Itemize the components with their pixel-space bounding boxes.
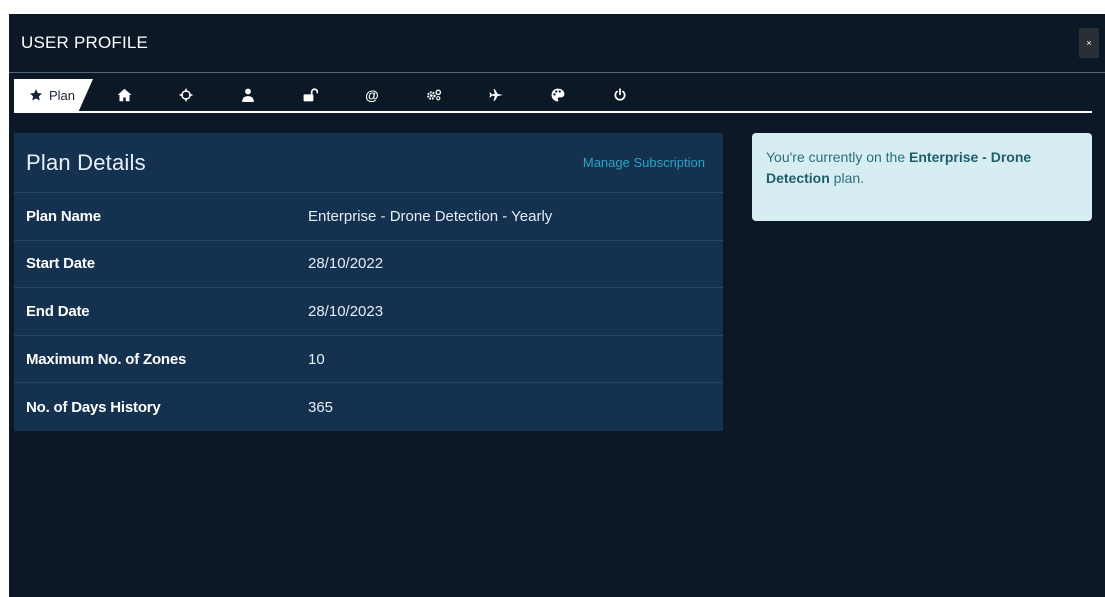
modal-header: USER PROFILE × [9,14,1105,73]
tab-drones[interactable] [465,79,527,111]
max-zones-row: Maximum No. of Zones 10 [14,336,723,384]
tab-plan-label: Plan [49,87,76,103]
alert-prefix: You're currently on the [766,149,910,165]
row-label: Plan Name [26,207,101,225]
crosshair-icon [178,87,194,103]
tab-email[interactable]: @ [341,79,403,111]
manage-subscription-link[interactable]: Manage Subscription [583,155,705,170]
close-button[interactable]: × [1079,28,1099,58]
row-label: No. of Days History [26,398,161,416]
star-icon [28,87,44,103]
tab-theme[interactable] [527,79,589,111]
profile-tabs: Plan @ [14,78,1092,113]
row-value: 28/10/2023 [308,302,384,320]
at-icon: @ [365,87,379,103]
row-value: Enterprise - Drone Detection - Yearly [308,207,553,225]
tab-plan[interactable]: Plan [14,79,93,111]
start-date-row: Start Date 28/10/2022 [14,241,723,289]
row-label: Maximum No. of Zones [26,350,187,368]
current-plan-alert: You're currently on the Enterprise - Dro… [752,133,1092,221]
row-value: 28/10/2022 [308,255,384,273]
row-label: Start Date [26,255,95,273]
power-icon [612,87,628,103]
unlock-icon [302,87,318,103]
row-label: End Date [26,302,90,320]
plan-details-panel: Plan Details Manage Subscription Plan Na… [14,133,723,431]
tab-home[interactable] [93,79,155,111]
palette-icon [550,87,566,103]
days-history-row: No. of Days History 365 [14,383,723,431]
tab-user[interactable] [217,79,279,111]
plan-name-row: Plan Name Enterprise - Drone Detection -… [14,193,723,241]
plan-details-title: Plan Details [26,149,146,175]
row-value: 365 [308,398,334,416]
tab-security[interactable] [279,79,341,111]
plane-icon [488,87,504,103]
modal-title: USER PROFILE [21,33,149,52]
user-icon [240,87,256,103]
cogs-icon [426,87,442,103]
end-date-row: End Date 28/10/2023 [14,288,723,336]
tab-settings[interactable] [403,79,465,111]
alert-suffix: plan. [829,170,865,186]
plan-details-header: Plan Details Manage Subscription [14,133,723,193]
tab-logout[interactable] [589,79,651,111]
home-icon [116,87,132,103]
tab-location[interactable] [155,79,217,111]
row-value: 10 [308,350,325,368]
